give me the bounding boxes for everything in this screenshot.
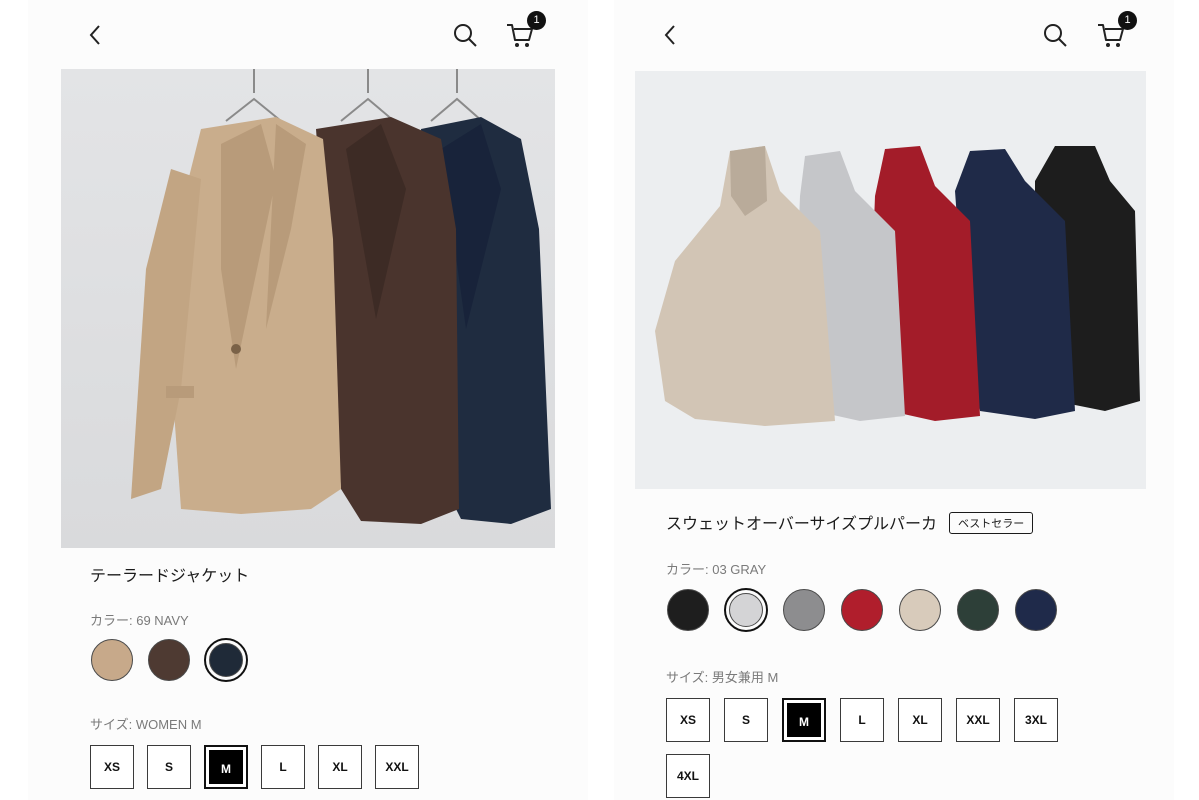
color-swatch-brown[interactable]: [147, 638, 191, 682]
bestseller-badge: ベストセラー: [949, 512, 1034, 534]
size-option-label: XS: [103, 760, 120, 774]
size-option-label: 4XL: [676, 769, 699, 783]
cart-count-badge: 1: [527, 11, 546, 30]
size-option-label: XXL: [966, 713, 990, 727]
color-swatch-red[interactable]: [840, 588, 884, 632]
size-option-m[interactable]: M: [782, 698, 826, 742]
product-title-row: スウェットオーバーサイズプルパーカ ベストセラー: [666, 510, 1034, 534]
size-option-s[interactable]: S: [724, 698, 768, 742]
size-option-label: M: [209, 750, 243, 784]
search-icon[interactable]: [1042, 22, 1068, 48]
size-option-label: M: [787, 703, 821, 737]
cart-button[interactable]: 1: [504, 11, 546, 52]
size-label: サイズ: WOMEN M: [90, 717, 202, 732]
size-option-label: XL: [332, 760, 348, 774]
color-swatch-navy[interactable]: [204, 638, 248, 682]
size-option-s[interactable]: S: [147, 745, 191, 789]
size-option-label: XS: [679, 713, 696, 727]
color-swatch-fill: [729, 593, 763, 627]
product-title: スウェットオーバーサイズプルパーカ: [666, 514, 938, 533]
color-swatch-light-gray[interactable]: [724, 588, 768, 632]
color-swatch-fill: [1015, 589, 1057, 631]
color-swatch-fill: [667, 589, 709, 631]
product-title: テーラードジャケット: [90, 566, 250, 585]
color-swatch-fill: [783, 589, 825, 631]
color-swatch-fill: [957, 589, 999, 631]
color-swatch-fill: [899, 589, 941, 631]
color-swatch-beige[interactable]: [90, 638, 134, 682]
color-swatch-black[interactable]: [666, 588, 710, 632]
size-option-l[interactable]: L: [840, 698, 884, 742]
color-swatch-navy[interactable]: [1014, 588, 1058, 632]
size-option-xs[interactable]: XS: [90, 745, 134, 789]
size-option-label: S: [164, 760, 173, 774]
size-option-xs[interactable]: XS: [666, 698, 710, 742]
size-option-label: L: [858, 713, 866, 727]
color-swatch-dark-green[interactable]: [956, 588, 1000, 632]
size-option-label: S: [741, 713, 750, 727]
back-arrow-icon[interactable]: [659, 22, 683, 48]
product-image-hoodies: [635, 71, 1146, 489]
size-option-3xl[interactable]: 3XL: [1014, 698, 1058, 742]
color-swatch-fill: [841, 589, 883, 631]
size-option-xxl[interactable]: XXL: [375, 745, 419, 789]
size-option-m[interactable]: M: [204, 745, 248, 789]
size-option-label: XXL: [385, 760, 409, 774]
color-swatch-fill: [91, 639, 133, 681]
color-label: カラー: 03 GRAY: [666, 562, 767, 577]
top-bar: 1: [614, 0, 1174, 66]
size-option-label: XL: [912, 713, 928, 727]
color-swatch-beige[interactable]: [898, 588, 942, 632]
product-screen-hoodie: 1 スウェットオーバーサイズプルパーカ ベストセラー カラー: 03 GRAY サ…: [614, 0, 1174, 800]
size-option-xxl[interactable]: XXL: [956, 698, 1000, 742]
color-swatch-fill: [209, 643, 243, 677]
size-option-xl[interactable]: XL: [898, 698, 942, 742]
size-option-xl[interactable]: XL: [318, 745, 362, 789]
size-label: サイズ: 男女兼用 M: [666, 670, 779, 685]
product-screen-jacket: 1 テーラードジャケット カラー: 69 NAVY サイズ: WOMEN M X…: [28, 0, 588, 800]
product-image-jackets: [61, 69, 555, 548]
color-swatch-gray[interactable]: [782, 588, 826, 632]
size-option-label: 3XL: [1024, 713, 1047, 727]
search-icon[interactable]: [452, 22, 478, 48]
size-option-l[interactable]: L: [261, 745, 305, 789]
cart-count-badge: 1: [1118, 11, 1137, 30]
cart-button[interactable]: 1: [1095, 11, 1137, 52]
color-swatch-fill: [148, 639, 190, 681]
back-arrow-icon[interactable]: [84, 22, 108, 48]
size-option-label: L: [279, 760, 287, 774]
top-bar: 1: [28, 0, 588, 66]
size-option-4xl[interactable]: 4XL: [666, 754, 710, 798]
color-label: カラー: 69 NAVY: [90, 613, 189, 628]
